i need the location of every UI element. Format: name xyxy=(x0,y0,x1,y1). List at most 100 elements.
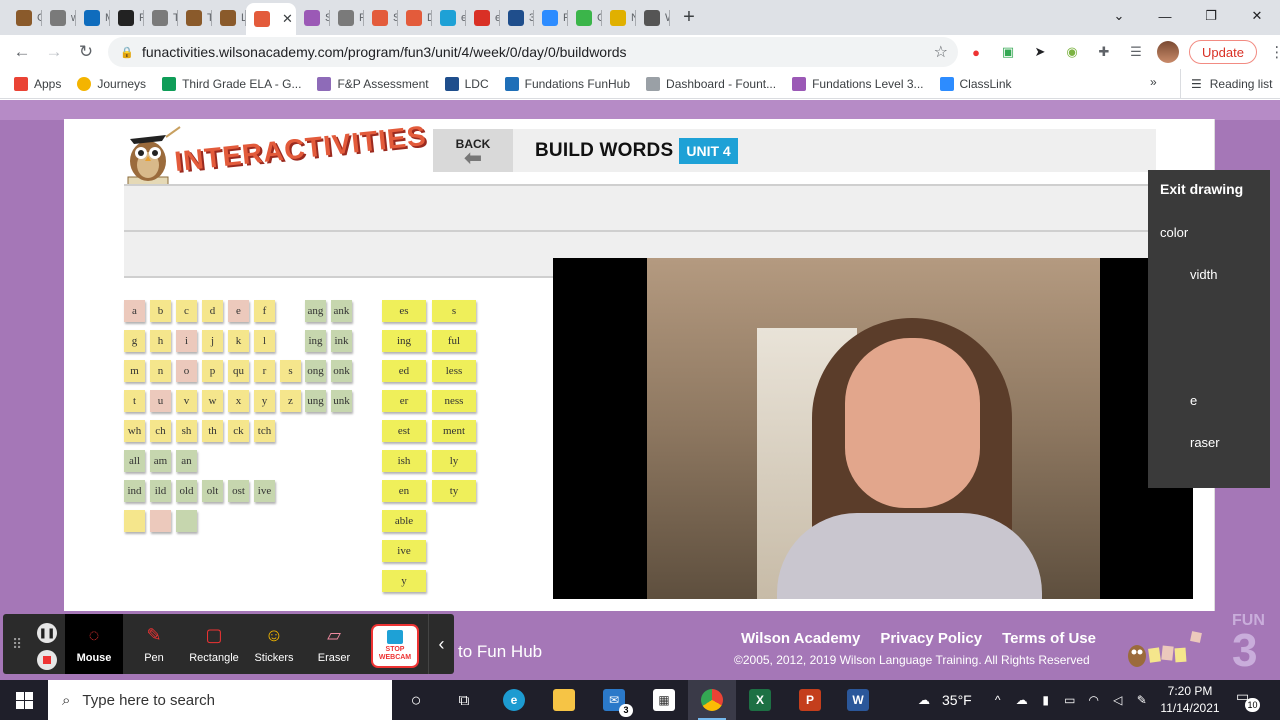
bookmark-item[interactable]: Fundations Level 3... xyxy=(792,76,924,91)
close-tab-icon[interactable]: ✕ xyxy=(282,11,293,27)
weather-temperature[interactable]: 35°F xyxy=(942,692,972,708)
letter-tile[interactable]: e xyxy=(228,300,249,322)
reading-list-button[interactable]: ☰ Reading list xyxy=(1180,69,1272,99)
browser-tab[interactable]: Fri xyxy=(110,0,144,35)
lock-icon[interactable]: 🔒 xyxy=(120,46,142,59)
letter-tile[interactable]: ness xyxy=(432,390,476,412)
notification-center-button[interactable]: ▭ 10 xyxy=(1236,688,1260,712)
edge-taskbar-button[interactable]: e xyxy=(490,680,538,720)
browser-tab[interactable]: Gr xyxy=(8,0,42,35)
bookmark-item[interactable]: Fundations FunHub xyxy=(504,76,630,91)
browser-tab[interactable]: 3r xyxy=(500,0,534,35)
width-option[interactable]: vidth xyxy=(1190,267,1217,282)
screencastify-icon[interactable]: ● xyxy=(965,41,987,63)
letter-tile[interactable]: ost xyxy=(228,480,249,502)
media-queue-icon[interactable]: ☰ xyxy=(1125,41,1147,63)
letter-tile[interactable]: sh xyxy=(176,420,197,442)
circle-extension-icon[interactable]: ◉ xyxy=(1061,41,1083,63)
minimize-icon[interactable]: — xyxy=(1142,0,1188,32)
weather-cloud-icon[interactable]: ☁ xyxy=(912,693,936,707)
browser-tab[interactable]: Te xyxy=(178,0,212,35)
letter-tile[interactable]: w xyxy=(202,390,223,412)
browser-tab[interactable]: Se xyxy=(364,0,398,35)
letter-tile[interactable]: n xyxy=(150,360,171,382)
letter-tile[interactable]: j xyxy=(202,330,223,352)
excel-taskbar-button[interactable]: X xyxy=(736,680,784,720)
letter-tile[interactable]: old xyxy=(176,480,197,502)
back-button[interactable]: BACK ⬅ xyxy=(433,129,513,172)
letter-tile[interactable]: ck xyxy=(228,420,249,442)
wilson-academy-link[interactable]: Wilson Academy xyxy=(741,630,860,647)
letter-tile[interactable]: all xyxy=(124,450,145,472)
letter-tile[interactable]: v xyxy=(176,390,197,412)
microphone-icon[interactable]: ▮ xyxy=(1034,693,1058,707)
battery-icon[interactable]: ▭ xyxy=(1058,693,1082,707)
letter-tile[interactable]: ty xyxy=(432,480,476,502)
letter-tile[interactable]: est xyxy=(382,420,426,442)
letter-tile[interactable]: u xyxy=(150,390,171,412)
eraser-option[interactable]: raser xyxy=(1190,435,1220,450)
letter-tile[interactable]: ang xyxy=(305,300,326,322)
letter-tile[interactable]: x xyxy=(228,390,249,412)
letter-tile[interactable]: d xyxy=(202,300,223,322)
letter-tile[interactable]: es xyxy=(382,300,426,322)
letter-tile[interactable]: ive xyxy=(382,540,426,562)
line-option[interactable]: e xyxy=(1190,393,1197,408)
browser-tab[interactable]: St xyxy=(296,0,330,35)
browser-tab[interactable]: Dr xyxy=(398,0,432,35)
restore-icon[interactable]: ❐ xyxy=(1188,0,1234,32)
letter-tile[interactable]: er xyxy=(382,390,426,412)
letter-tile[interactable] xyxy=(124,510,145,532)
letter-tile[interactable]: th xyxy=(202,420,223,442)
browser-tab[interactable]: M xyxy=(76,0,110,35)
letter-tile[interactable]: ly xyxy=(432,450,476,472)
powerpoint-taskbar-button[interactable]: P xyxy=(786,680,834,720)
letter-tile[interactable]: ive xyxy=(254,480,275,502)
letter-tile[interactable]: b xyxy=(150,300,171,322)
bookmark-item[interactable]: LDC xyxy=(444,76,489,91)
letter-tile[interactable]: ind xyxy=(124,480,145,502)
pointer-extension-icon[interactable]: ➤ xyxy=(1029,41,1051,63)
letter-tile[interactable]: y xyxy=(254,390,275,412)
letter-tile[interactable]: p xyxy=(202,360,223,382)
letter-tile[interactable]: s xyxy=(432,300,476,322)
bookmark-item[interactable]: Dashboard - Fount... xyxy=(646,76,776,91)
letter-tile[interactable]: ank xyxy=(331,300,352,322)
update-button[interactable]: Update xyxy=(1189,40,1257,64)
mail-taskbar-button[interactable]: ✉ 3 xyxy=(590,680,638,720)
recorder-tool-pen[interactable]: ✎ Pen xyxy=(125,614,183,674)
letter-tile[interactable]: t xyxy=(124,390,145,412)
letter-tile[interactable]: c xyxy=(176,300,197,322)
bookmark-item[interactable]: Journeys xyxy=(77,76,146,91)
bookmark-item[interactable]: F&P Assessment xyxy=(317,76,429,91)
exit-drawing-button[interactable]: Exit drawing xyxy=(1160,181,1243,197)
letter-tile[interactable]: a xyxy=(124,300,145,322)
bookmark-item[interactable]: Third Grade ELA - G... xyxy=(162,76,301,91)
store-taskbar-button[interactable]: ▦ xyxy=(640,680,688,720)
letter-tile[interactable]: ong xyxy=(305,360,326,382)
volume-icon[interactable]: ◁ xyxy=(1106,693,1130,707)
letter-tile[interactable]: unk xyxy=(331,390,352,412)
browser-tab[interactable]: eS xyxy=(432,0,466,35)
fun-hub-link[interactable]: to Fun Hub xyxy=(458,642,542,662)
letter-tile[interactable]: an xyxy=(176,450,197,472)
browser-tab[interactable]: Wi xyxy=(636,0,670,35)
privacy-policy-link[interactable]: Privacy Policy xyxy=(880,630,982,647)
recorder-tool-eraser[interactable]: ▱ Eraser xyxy=(305,614,363,674)
wifi-icon[interactable]: ◠ xyxy=(1082,693,1106,707)
writing-line-top[interactable] xyxy=(124,184,1156,230)
browser-tab[interactable]: wv xyxy=(42,0,76,35)
letter-tile[interactable]: olt xyxy=(202,480,223,502)
clock[interactable]: 7:20 PM 11/14/2021 xyxy=(1150,683,1230,717)
url-text[interactable]: funactivities.wilsonacademy.com/program/… xyxy=(142,44,627,60)
letter-tile[interactable]: k xyxy=(228,330,249,352)
file-explorer-taskbar-button[interactable] xyxy=(540,680,588,720)
letter-tile[interactable]: g xyxy=(124,330,145,352)
bookmark-star-icon[interactable]: ☆ xyxy=(934,42,948,62)
letter-tile[interactable]: m xyxy=(124,360,145,382)
letter-tile[interactable]: l xyxy=(254,330,275,352)
browser-tab[interactable]: Cl xyxy=(568,0,602,35)
letter-tile[interactable]: ch xyxy=(150,420,171,442)
profile-avatar[interactable] xyxy=(1157,41,1179,63)
puzzle-icon[interactable]: ✚ xyxy=(1093,41,1115,63)
